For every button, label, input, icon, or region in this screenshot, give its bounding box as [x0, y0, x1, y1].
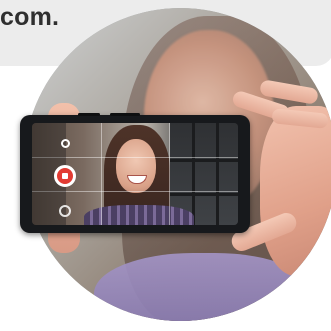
record-button[interactable] [54, 165, 76, 187]
phone-side-button [110, 113, 140, 116]
window-frame [216, 123, 219, 225]
subject-face [116, 139, 156, 193]
window-frame [192, 123, 195, 225]
smartphone [20, 113, 250, 233]
phone-screen [32, 123, 238, 225]
promo-graphic: com. [0, 0, 331, 331]
phone-side-button [78, 113, 100, 116]
camera-grid-line [169, 123, 170, 225]
right-hand [260, 106, 331, 276]
record-stop-icon [62, 173, 68, 179]
camera-grid-line [101, 123, 102, 225]
window-frame [170, 159, 238, 162]
camera-flip-icon[interactable] [59, 205, 71, 217]
circle-outline-icon[interactable] [61, 139, 70, 148]
window-frame [170, 193, 238, 196]
